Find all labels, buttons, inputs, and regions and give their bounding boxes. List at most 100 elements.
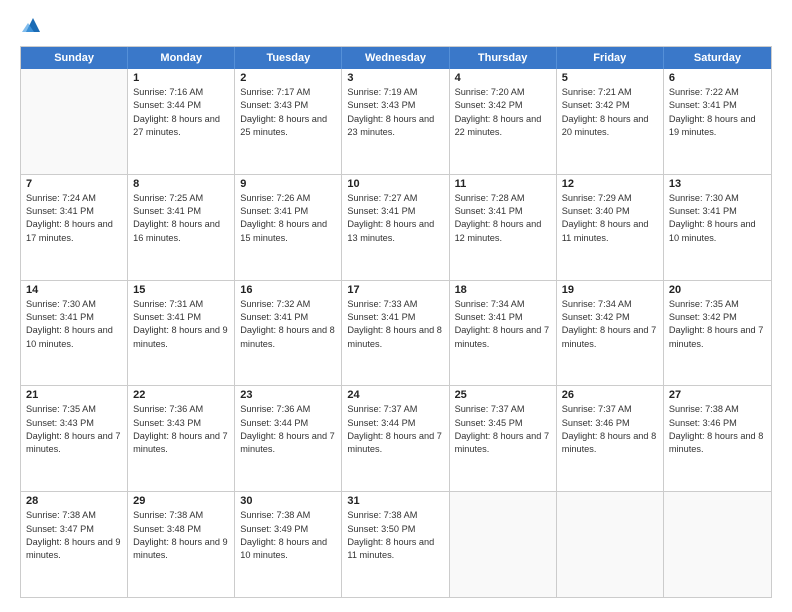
calendar-row: 7Sunrise: 7:24 AMSunset: 3:41 PMDaylight… [21,175,771,281]
day-info: Sunrise: 7:21 AMSunset: 3:42 PMDaylight:… [562,86,658,139]
weekday-header: Saturday [664,47,771,69]
day-number: 2 [240,72,336,84]
calendar: SundayMondayTuesdayWednesdayThursdayFrid… [20,46,772,598]
calendar-cell: 19 Sunrise: 7:34 AMSunset: 3:42 PMDayligh… [557,281,664,386]
day-info: Sunrise: 7:38 AMSunset: 3:48 PMDaylight:… [133,509,229,562]
day-number: 6 [669,72,766,84]
calendar-cell: 30 Sunrise: 7:38 AMSunset: 3:49 PMDayligh… [235,492,342,597]
logo-icon [22,14,44,36]
day-number: 21 [26,389,122,401]
weekday-header: Monday [128,47,235,69]
day-number: 17 [347,284,443,296]
calendar-cell: 15 Sunrise: 7:31 AMSunset: 3:41 PMDayligh… [128,281,235,386]
day-info: Sunrise: 7:36 AMSunset: 3:44 PMDaylight:… [240,403,336,456]
calendar-cell: 3 Sunrise: 7:19 AMSunset: 3:43 PMDaylight… [342,69,449,174]
calendar-cell: 6 Sunrise: 7:22 AMSunset: 3:41 PMDaylight… [664,69,771,174]
day-info: Sunrise: 7:25 AMSunset: 3:41 PMDaylight:… [133,192,229,245]
day-info: Sunrise: 7:28 AMSunset: 3:41 PMDaylight:… [455,192,551,245]
day-info: Sunrise: 7:26 AMSunset: 3:41 PMDaylight:… [240,192,336,245]
day-info: Sunrise: 7:20 AMSunset: 3:42 PMDaylight:… [455,86,551,139]
day-number: 28 [26,495,122,507]
calendar-cell: 7Sunrise: 7:24 AMSunset: 3:41 PMDaylight… [21,175,128,280]
weekday-header: Tuesday [235,47,342,69]
calendar-cell [557,492,664,597]
day-number: 15 [133,284,229,296]
calendar-cell: 5 Sunrise: 7:21 AMSunset: 3:42 PMDaylight… [557,69,664,174]
day-number: 29 [133,495,229,507]
calendar-cell: 25 Sunrise: 7:37 AMSunset: 3:45 PMDayligh… [450,386,557,491]
weekday-header: Sunday [21,47,128,69]
calendar-cell: 8Sunrise: 7:25 AMSunset: 3:41 PMDaylight… [128,175,235,280]
day-number: 18 [455,284,551,296]
calendar-header: SundayMondayTuesdayWednesdayThursdayFrid… [21,47,771,69]
day-info: Sunrise: 7:24 AMSunset: 3:41 PMDaylight:… [26,192,122,245]
calendar-cell: 22Sunrise: 7:36 AMSunset: 3:43 PMDayligh… [128,386,235,491]
day-info: Sunrise: 7:35 AMSunset: 3:42 PMDaylight:… [669,298,766,351]
calendar-cell: 24Sunrise: 7:37 AMSunset: 3:44 PMDayligh… [342,386,449,491]
calendar-cell: 27 Sunrise: 7:38 AMSunset: 3:46 PMDayligh… [664,386,771,491]
day-info: Sunrise: 7:32 AMSunset: 3:41 PMDaylight:… [240,298,336,351]
calendar-cell: 18 Sunrise: 7:34 AMSunset: 3:41 PMDayligh… [450,281,557,386]
calendar-cell: 14 Sunrise: 7:30 AMSunset: 3:41 PMDayligh… [21,281,128,386]
day-info: Sunrise: 7:30 AMSunset: 3:41 PMDaylight:… [26,298,122,351]
logo [20,18,44,36]
calendar-cell: 31 Sunrise: 7:38 AMSunset: 3:50 PMDayligh… [342,492,449,597]
day-info: Sunrise: 7:17 AMSunset: 3:43 PMDaylight:… [240,86,336,139]
calendar-cell: 16 Sunrise: 7:32 AMSunset: 3:41 PMDayligh… [235,281,342,386]
day-info: Sunrise: 7:34 AMSunset: 3:41 PMDaylight:… [455,298,551,351]
day-number: 30 [240,495,336,507]
calendar-row: 14 Sunrise: 7:30 AMSunset: 3:41 PMDayligh… [21,281,771,387]
calendar-cell: 26 Sunrise: 7:37 AMSunset: 3:46 PMDayligh… [557,386,664,491]
day-info: Sunrise: 7:36 AMSunset: 3:43 PMDaylight:… [133,403,229,456]
day-info: Sunrise: 7:38 AMSunset: 3:46 PMDaylight:… [669,403,766,456]
calendar-body: 1 Sunrise: 7:16 AMSunset: 3:44 PMDaylight… [21,69,771,597]
day-number: 10 [347,178,443,190]
day-number: 3 [347,72,443,84]
day-info: Sunrise: 7:19 AMSunset: 3:43 PMDaylight:… [347,86,443,139]
day-number: 31 [347,495,443,507]
calendar-cell: 10 Sunrise: 7:27 AMSunset: 3:41 PMDayligh… [342,175,449,280]
calendar-cell: 11 Sunrise: 7:28 AMSunset: 3:41 PMDayligh… [450,175,557,280]
day-number: 27 [669,389,766,401]
day-number: 4 [455,72,551,84]
day-number: 26 [562,389,658,401]
weekday-header: Wednesday [342,47,449,69]
calendar-cell [450,492,557,597]
day-info: Sunrise: 7:34 AMSunset: 3:42 PMDaylight:… [562,298,658,351]
day-number: 12 [562,178,658,190]
calendar-row: 1 Sunrise: 7:16 AMSunset: 3:44 PMDaylight… [21,69,771,175]
day-number: 5 [562,72,658,84]
day-info: Sunrise: 7:38 AMSunset: 3:47 PMDaylight:… [26,509,122,562]
calendar-cell: 29 Sunrise: 7:38 AMSunset: 3:48 PMDayligh… [128,492,235,597]
calendar-cell: 20Sunrise: 7:35 AMSunset: 3:42 PMDayligh… [664,281,771,386]
day-number: 16 [240,284,336,296]
calendar-cell [21,69,128,174]
day-number: 13 [669,178,766,190]
calendar-cell: 9 Sunrise: 7:26 AMSunset: 3:41 PMDaylight… [235,175,342,280]
day-number: 25 [455,389,551,401]
calendar-cell: 13Sunrise: 7:30 AMSunset: 3:41 PMDayligh… [664,175,771,280]
day-number: 11 [455,178,551,190]
day-number: 9 [240,178,336,190]
calendar-cell: 28 Sunrise: 7:38 AMSunset: 3:47 PMDayligh… [21,492,128,597]
calendar-cell: 17 Sunrise: 7:33 AMSunset: 3:41 PMDayligh… [342,281,449,386]
day-number: 14 [26,284,122,296]
day-info: Sunrise: 7:38 AMSunset: 3:49 PMDaylight:… [240,509,336,562]
calendar-row: 28 Sunrise: 7:38 AMSunset: 3:47 PMDayligh… [21,492,771,597]
day-number: 19 [562,284,658,296]
day-number: 1 [133,72,229,84]
day-number: 24 [347,389,443,401]
day-info: Sunrise: 7:37 AMSunset: 3:46 PMDaylight:… [562,403,658,456]
day-info: Sunrise: 7:38 AMSunset: 3:50 PMDaylight:… [347,509,443,562]
day-info: Sunrise: 7:31 AMSunset: 3:41 PMDaylight:… [133,298,229,351]
day-info: Sunrise: 7:37 AMSunset: 3:45 PMDaylight:… [455,403,551,456]
page-header [20,18,772,36]
day-info: Sunrise: 7:33 AMSunset: 3:41 PMDaylight:… [347,298,443,351]
calendar-cell: 4 Sunrise: 7:20 AMSunset: 3:42 PMDaylight… [450,69,557,174]
calendar-cell: 12Sunrise: 7:29 AMSunset: 3:40 PMDayligh… [557,175,664,280]
day-info: Sunrise: 7:16 AMSunset: 3:44 PMDaylight:… [133,86,229,139]
weekday-header: Thursday [450,47,557,69]
day-info: Sunrise: 7:22 AMSunset: 3:41 PMDaylight:… [669,86,766,139]
day-info: Sunrise: 7:35 AMSunset: 3:43 PMDaylight:… [26,403,122,456]
day-info: Sunrise: 7:27 AMSunset: 3:41 PMDaylight:… [347,192,443,245]
